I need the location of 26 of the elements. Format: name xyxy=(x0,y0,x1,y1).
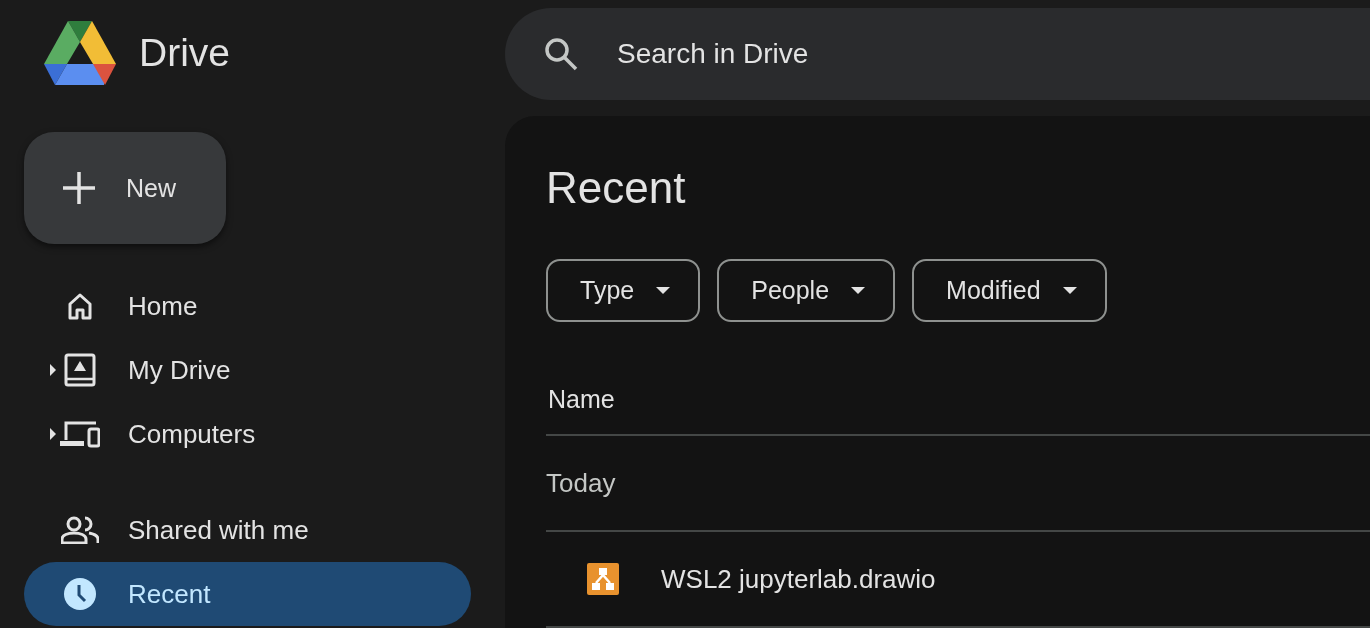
sidebar-item[interactable]: My Drive xyxy=(24,338,471,402)
column-header[interactable]: Name xyxy=(548,384,615,414)
dropdown-caret-icon xyxy=(656,287,671,294)
devices-icon xyxy=(60,420,100,448)
drive-folder-icon xyxy=(64,353,96,387)
sidebar-item[interactable]: Recent xyxy=(24,562,471,626)
people-icon xyxy=(61,516,99,544)
sidebar-item[interactable]: Shared with me xyxy=(24,498,471,562)
plus-icon xyxy=(62,171,96,205)
app-title: Drive xyxy=(139,31,230,75)
new-button[interactable]: New xyxy=(24,132,226,244)
dropdown-caret-icon xyxy=(851,287,866,294)
search-icon xyxy=(543,36,579,72)
filter-chip[interactable]: Type xyxy=(546,259,701,322)
drive-logo-icon xyxy=(43,20,117,86)
filter-chip[interactable]: People xyxy=(717,259,896,322)
sidebar-item[interactable]: Computers xyxy=(24,402,471,466)
clock-icon xyxy=(63,577,97,611)
page-title: Recent xyxy=(546,162,687,214)
sidebar-item[interactable]: Home xyxy=(24,274,471,338)
filter-chip[interactable]: Modified xyxy=(912,259,1107,322)
file-row[interactable]: WSL2 jupyterlab.drawio xyxy=(546,532,1370,628)
diagram-file-icon xyxy=(587,563,619,595)
group-label: Today xyxy=(546,467,616,499)
dropdown-caret-icon xyxy=(1062,287,1077,294)
search-field[interactable]: Search in Drive xyxy=(505,8,1370,100)
